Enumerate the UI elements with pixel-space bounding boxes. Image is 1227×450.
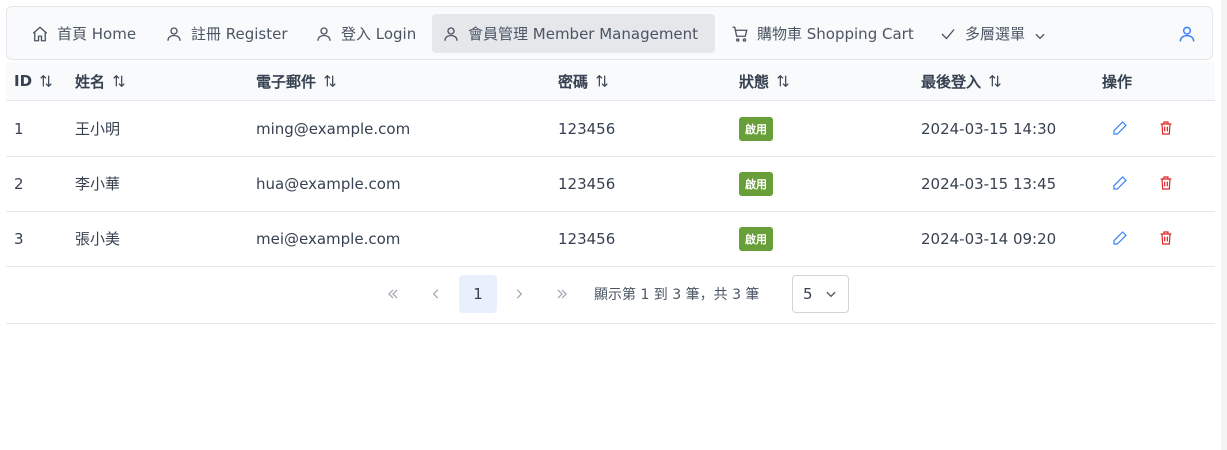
column-header-email[interactable]: 電子郵件 [256, 62, 338, 100]
menu-item-home[interactable]: 首頁 Home [21, 14, 145, 53]
chevron-down-icon [826, 291, 836, 298]
cell-email: ming@example.com [256, 119, 411, 138]
pencil-icon [1113, 176, 1127, 190]
column-header-name[interactable]: 姓名 [75, 62, 127, 100]
cell-password: 123456 [558, 229, 616, 248]
column-header-actions: 操作 [1102, 72, 1133, 91]
cell-id: 3 [14, 229, 24, 248]
trash-icon [1160, 121, 1172, 135]
cell-last-login: 2024-03-15 14:30 [921, 119, 1057, 138]
user-icon[interactable] [1177, 24, 1197, 44]
status-badge: 啟用 [739, 226, 773, 251]
column-header-last-login[interactable]: 最後登入 [921, 62, 1003, 100]
cell-status: 啟用 [739, 211, 773, 266]
next-page-button[interactable] [500, 275, 538, 313]
trash-icon [1160, 176, 1172, 190]
sort-icon [111, 73, 127, 89]
pencil-icon [1113, 231, 1127, 245]
delete-button[interactable] [1156, 228, 1176, 248]
cell-name: 張小美 [75, 230, 121, 248]
sort-icon [775, 73, 791, 89]
menu-item-label: 首頁 Home [57, 25, 137, 43]
sort-icon [38, 73, 54, 89]
cell-status: 啟用 [739, 156, 773, 211]
table-row: 3 張小美 mei@example.com 123456 啟用 2024-03-… [6, 211, 1215, 267]
home-icon [31, 25, 49, 43]
first-page-button[interactable] [374, 275, 412, 313]
menu-item-label: 註冊 Register [191, 25, 288, 43]
pencil-icon [1113, 121, 1127, 135]
cell-status: 啟用 [739, 101, 773, 156]
menu-item-label: 多層選單 [965, 25, 1026, 43]
cell-id: 2 [14, 174, 24, 193]
page-edge [1221, 0, 1227, 450]
delete-button[interactable] [1156, 173, 1176, 193]
rows-per-page-dropdown[interactable]: 5 [792, 275, 849, 313]
page-button-1[interactable]: 1 [459, 275, 497, 313]
cell-password: 123456 [558, 174, 616, 193]
delete-button[interactable] [1156, 118, 1176, 138]
cell-name: 李小華 [75, 175, 121, 193]
double-chevron-right-icon [557, 289, 567, 299]
user-icon [165, 25, 183, 43]
column-header-password[interactable]: 密碼 [558, 62, 610, 100]
menu-item-label: 購物車 Shopping Cart [757, 25, 914, 43]
prev-page-button[interactable] [417, 275, 455, 313]
sort-icon [594, 73, 610, 89]
cell-last-login: 2024-03-15 13:45 [921, 174, 1057, 193]
rows-per-page-value: 5 [803, 285, 813, 303]
check-icon [939, 25, 957, 43]
cart-icon [731, 25, 749, 43]
cell-name: 王小明 [75, 120, 121, 138]
sort-icon [987, 73, 1003, 89]
menu-item-login[interactable]: 登入 Login [305, 14, 425, 53]
sort-icon [322, 73, 338, 89]
edit-button[interactable] [1110, 228, 1130, 248]
menu-item-multilevel[interactable]: 多層選單 [929, 14, 1063, 53]
user-icon [315, 25, 333, 43]
edit-button[interactable] [1110, 118, 1130, 138]
column-header-status[interactable]: 狀態 [739, 62, 791, 100]
chevron-left-icon [432, 289, 439, 299]
trash-icon [1160, 231, 1172, 245]
menu-item-shopping-cart[interactable]: 購物車 Shopping Cart [721, 14, 921, 53]
cell-password: 123456 [558, 119, 616, 138]
menu-item-label: 會員管理 Member Management [468, 25, 699, 43]
cell-last-login: 2024-03-14 09:20 [921, 229, 1057, 248]
double-chevron-left-icon [388, 289, 398, 299]
page-report: 顯示第 1 到 3 筆，共 3 筆 [594, 287, 760, 303]
table-row: 1 王小明 ming@example.com 123456 啟用 2024-03… [6, 101, 1215, 157]
cell-email: mei@example.com [256, 229, 401, 248]
table-row: 2 李小華 hua@example.com 123456 啟用 2024-03-… [6, 156, 1215, 212]
menu-item-member-management[interactable]: 會員管理 Member Management [432, 14, 715, 53]
menu-item-register[interactable]: 註冊 Register [155, 14, 295, 53]
chevron-right-icon [516, 289, 523, 299]
cell-email: hua@example.com [256, 174, 401, 193]
cell-id: 1 [14, 119, 24, 138]
menubar: 首頁 Home 註冊 Register 登入 Login 會員管理 Member… [6, 6, 1213, 60]
chevron-down-icon [1033, 27, 1047, 41]
status-badge: 啟用 [739, 171, 773, 196]
last-page-button[interactable] [543, 275, 581, 313]
paginator: 1 顯示第 1 到 3 筆，共 3 筆 5 [6, 265, 1215, 324]
table-header: ID 姓名 電子郵件 密碼 狀態 最後登入 操作 [6, 62, 1215, 101]
edit-button[interactable] [1110, 173, 1130, 193]
user-icon [442, 25, 460, 43]
menu-item-label: 登入 Login [341, 25, 417, 43]
status-badge: 啟用 [739, 116, 773, 141]
column-header-id[interactable]: ID [14, 62, 54, 100]
